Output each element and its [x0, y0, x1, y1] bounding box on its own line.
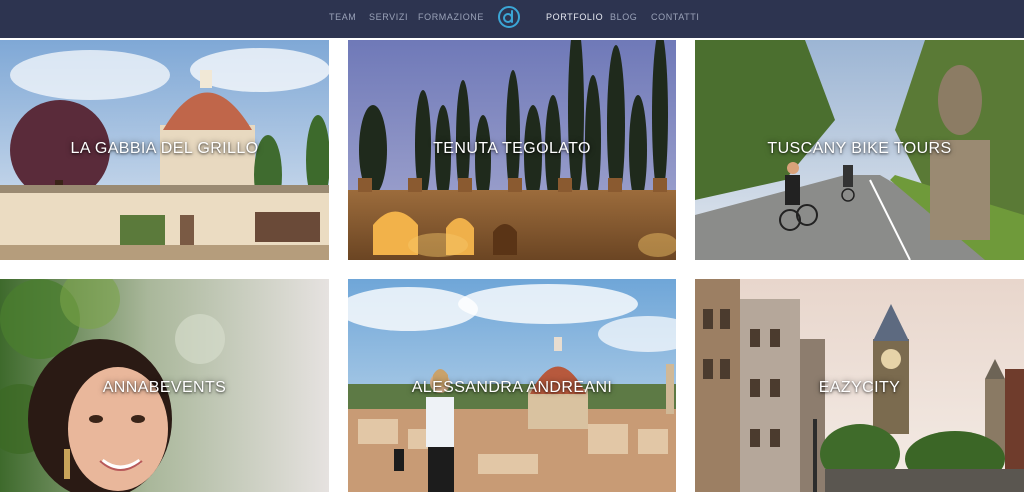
portfolio-tile-title: TUSCANY BIKE TOURS [767, 140, 952, 157]
grid-row-divider [0, 260, 1024, 278]
portfolio-tile-eazycity[interactable]: EAZYCITY [695, 279, 1024, 492]
nav-item-portfolio[interactable]: PORTFOLIO [546, 12, 603, 22]
portfolio-tile-title: ALESSANDRA ANDREANI [411, 379, 613, 396]
portfolio-tile-la-gabbia-del-grillo[interactable]: LA GABBIA DEL GRILLO [0, 40, 329, 260]
portfolio-tile-title: ANNABEVENTS [102, 379, 227, 396]
nav-item-team[interactable]: TEAM [329, 12, 356, 22]
portfolio-tile-title: TENUTA TEGOLATO [433, 140, 591, 157]
portfolio-tile-alessandra-andreani[interactable]: ALESSANDRA ANDREANI [348, 279, 676, 492]
nav-item-contatti[interactable]: CONTATTI [651, 12, 699, 22]
nav-item-blog[interactable]: BLOG [610, 12, 637, 22]
top-navigation: TEAM SERVIZI FORMAZIONE PORTFOLIO BLOG C… [0, 0, 1024, 38]
nav-item-servizi[interactable]: SERVIZI [369, 12, 408, 22]
portfolio-tile-tenuta-tegolato[interactable]: TENUTA TEGOLATO [348, 40, 676, 260]
portfolio-tile-title: EAZYCITY [818, 379, 901, 396]
portfolio-tile-annabevents[interactable]: ANNABEVENTS [0, 279, 329, 492]
portfolio-tile-title: LA GABBIA DEL GRILLO [70, 140, 259, 157]
nav-item-formazione[interactable]: FORMAZIONE [418, 12, 484, 22]
portfolio-tile-tuscany-bike-tours[interactable]: TUSCANY BIKE TOURS [695, 40, 1024, 260]
d-circle-logo-icon[interactable] [497, 5, 521, 29]
